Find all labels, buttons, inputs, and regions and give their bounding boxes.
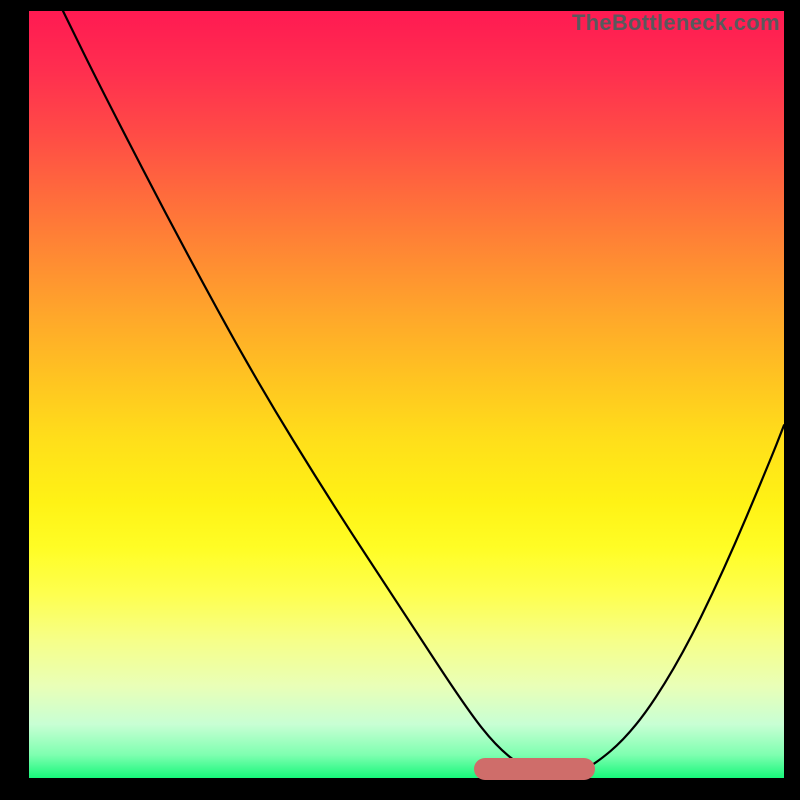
bottleneck-curve-path xyxy=(63,11,784,776)
chart-frame: TheBottleneck.com xyxy=(0,0,800,800)
highlight-band xyxy=(474,758,595,780)
curve-svg xyxy=(29,11,784,778)
